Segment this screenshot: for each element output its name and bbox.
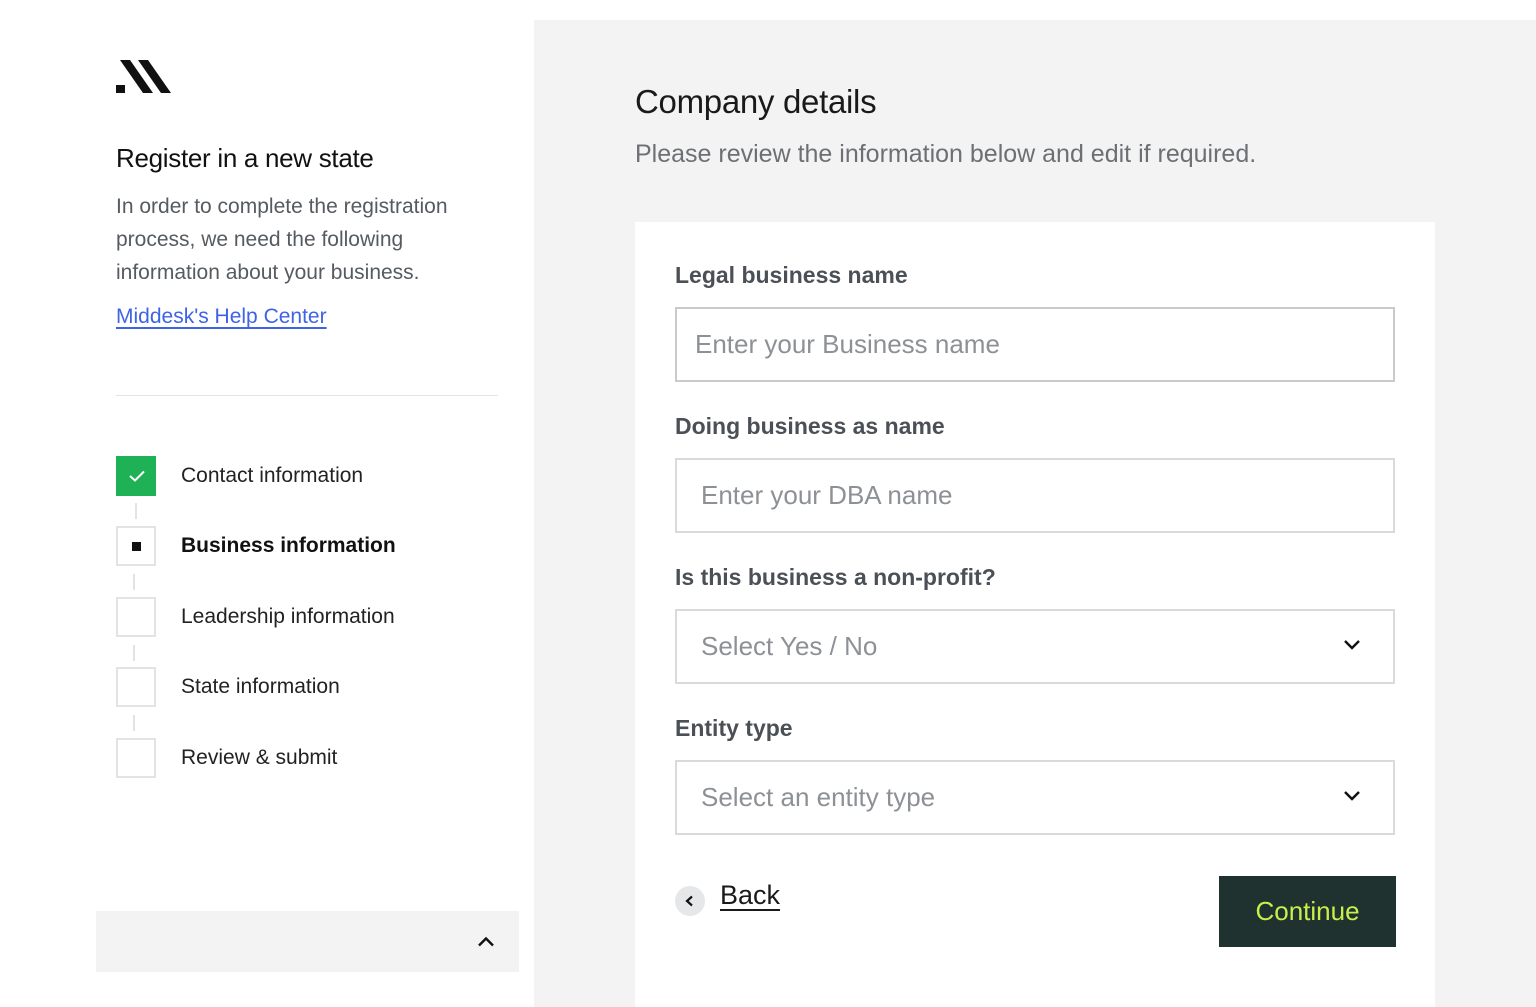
step-current-indicator [116, 526, 156, 566]
non-profit-placeholder: Select Yes / No [701, 631, 878, 661]
legal-business-name-placeholder: Enter your Business name [695, 329, 1000, 359]
legal-business-name-input[interactable]: Enter your Business name [675, 307, 1395, 382]
legal-business-name-label: Legal business name [675, 262, 908, 288]
step-leadership-information[interactable]: Leadership information [116, 597, 516, 637]
step-review-submit[interactable]: Review & submit [116, 738, 516, 778]
chevron-down-icon [1344, 640, 1360, 650]
step-pending-box [116, 667, 156, 707]
page-subtitle: Please review the information below and … [635, 140, 1257, 168]
entity-type-placeholder: Select an entity type [701, 782, 936, 812]
step-state-information[interactable]: State information [116, 667, 516, 707]
sidebar-divider [116, 395, 498, 396]
company-details-form: Legal business name Enter your Business … [635, 222, 1435, 1007]
step-pending-box [116, 738, 156, 778]
back-circle [675, 886, 705, 916]
dba-name-placeholder: Enter your DBA name [701, 480, 953, 510]
step-connector [133, 715, 135, 731]
registration-page: Register in a new state In order to comp… [0, 0, 1536, 1007]
sidebar: Register in a new state In order to comp… [0, 0, 534, 1007]
chevron-down-icon [1344, 791, 1360, 801]
step-business-information[interactable]: Business information [116, 526, 516, 566]
step-connector [133, 645, 135, 661]
checkmark-icon [129, 470, 145, 482]
chevron-left-icon [685, 895, 693, 907]
middesk-logo-icon [116, 60, 176, 94]
step-complete-checkbox [116, 456, 156, 496]
non-profit-select[interactable]: Select Yes / No [675, 609, 1395, 684]
continue-button[interactable]: Continue [1219, 876, 1396, 947]
step-label: State information [181, 675, 340, 698]
step-pending-box [116, 597, 156, 637]
current-step-dot [132, 542, 141, 551]
main-panel: Company details Please review the inform… [534, 20, 1536, 1007]
step-connector [135, 503, 137, 519]
step-connector [133, 574, 135, 590]
step-label: Business information [181, 534, 396, 557]
chevron-up-icon [478, 936, 494, 947]
back-label: Back [720, 880, 781, 910]
dba-name-input[interactable]: Enter your DBA name [675, 458, 1395, 533]
step-label: Leadership information [181, 605, 395, 628]
entity-type-label: Entity type [675, 715, 793, 741]
non-profit-label: Is this business a non-profit? [675, 564, 996, 590]
step-label: Contact information [181, 464, 364, 487]
sidebar-description: In order to complete the registration pr… [116, 195, 448, 284]
step-label: Review & submit [181, 746, 338, 769]
sidebar-title: Register in a new state [116, 143, 374, 173]
sidebar-collapse-toggle[interactable] [96, 911, 519, 972]
step-contact-information[interactable]: Contact information [116, 456, 516, 496]
entity-type-select[interactable]: Select an entity type [675, 760, 1395, 835]
help-center-link[interactable]: Middesk's Help Center [116, 305, 327, 329]
page-title: Company details [635, 83, 877, 120]
dba-name-label: Doing business as name [675, 413, 945, 439]
